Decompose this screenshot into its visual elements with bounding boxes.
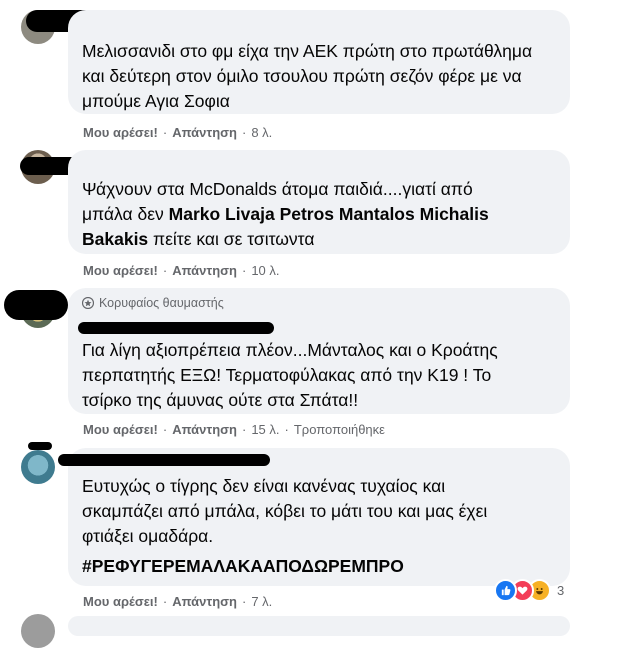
redacted-avatar-scribble	[28, 442, 52, 450]
edited-label: Τροποποιήθηκε	[293, 422, 385, 437]
reactions-summary[interactable]: 3	[494, 578, 565, 602]
comment-bubble	[68, 616, 570, 636]
reply-link[interactable]: Απάντηση	[172, 594, 237, 609]
top-fan-icon	[82, 297, 94, 309]
timestamp[interactable]: 8 λ.	[251, 125, 272, 140]
hashtag-link[interactable]: #ΡΕΦΥΓΕΡΕΜΑΛΑΚΑΑΠΟΔΩΡΕΜΠΡΟ	[82, 554, 404, 579]
redacted-name	[78, 322, 274, 334]
comment-text: Ευτυχώς ο τίγρης δεν είναι κανένας τυχαί…	[82, 476, 488, 546]
top-fan-label: Κορυφαίος θαυμαστής	[99, 296, 224, 310]
mention-marko-livaja[interactable]: Marko Livaja	[169, 204, 275, 224]
comment-actions: Μου αρέσει! · Απάντηση · 10 λ.	[83, 263, 280, 278]
top-fan-badge: Κορυφαίος θαυμαστής	[82, 296, 224, 310]
redacted-avatar-scribble	[4, 290, 68, 320]
like-link[interactable]: Μου αρέσει!	[83, 125, 158, 140]
like-icon	[494, 578, 517, 602]
avatar[interactable]	[21, 450, 55, 484]
avatar[interactable]	[21, 614, 55, 648]
comment-bubble: Ψάχνουν στα McDonalds άτομα παιδιά....γι…	[68, 150, 570, 254]
comment-actions: Μου αρέσει! · Απάντηση · 7 λ.	[83, 594, 273, 609]
comment-bubble: Κορυφαίος θαυμαστής Για λίγη αξιοπρέπεια…	[68, 288, 570, 414]
comment-text: Για λίγη αξιοπρέπεια πλέον...Μάνταλος κα…	[82, 340, 498, 410]
mention-petros-mantalos[interactable]: Petros Mantalos	[280, 204, 415, 224]
like-link[interactable]: Μου αρέσει!	[83, 422, 158, 437]
reply-link[interactable]: Απάντηση	[172, 422, 237, 437]
reply-link[interactable]: Απάντηση	[172, 263, 237, 278]
timestamp[interactable]: 10 λ.	[251, 263, 279, 278]
comment-bubble: Ευτυχώς ο τίγρης δεν είναι κανένας τυχαί…	[58, 448, 570, 586]
comment-actions: Μου αρέσει! · Απάντηση · 8 λ.	[83, 125, 273, 140]
reply-link[interactable]: Απάντηση	[172, 125, 237, 140]
comment-text: Ψάχνουν στα McDonalds άτομα παιδιά....γι…	[82, 179, 489, 249]
like-link[interactable]: Μου αρέσει!	[83, 263, 158, 278]
comment-text: Μελισσανιδι στο φμ είχα την ΑΕΚ πρώτη στ…	[82, 41, 533, 111]
timestamp[interactable]: 15 λ.	[251, 422, 279, 437]
comment-bubble: Μελισσανιδι στο φμ είχα την ΑΕΚ πρώτη στ…	[68, 10, 570, 114]
comment-actions: Μου αρέσει! · Απάντηση · 15 λ. · Τροποπο…	[83, 422, 385, 437]
reactions-count: 3	[557, 582, 565, 598]
redacted-name	[58, 454, 270, 466]
timestamp[interactable]: 7 λ.	[251, 594, 272, 609]
like-link[interactable]: Μου αρέσει!	[83, 594, 158, 609]
